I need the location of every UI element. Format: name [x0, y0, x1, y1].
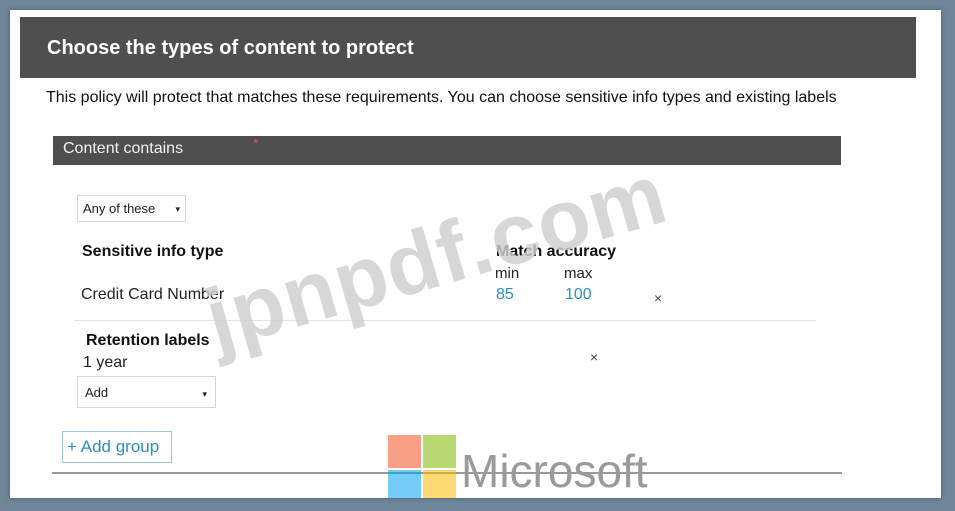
- add-group-label: Add group: [80, 437, 160, 456]
- remove-sensitive-info-icon[interactable]: ×: [654, 290, 662, 306]
- retention-label-name: 1 year: [83, 354, 128, 371]
- page-header: Choose the types of content to protect: [20, 17, 916, 78]
- content-contains-header: Content contains *: [53, 135, 841, 165]
- add-dropdown-label: Add: [85, 385, 109, 400]
- max-accuracy-value[interactable]: 100: [565, 286, 592, 304]
- retention-labels-header: Retention labels: [86, 332, 210, 349]
- logo-square-yellow: [423, 470, 456, 498]
- plus-icon: +: [67, 437, 77, 456]
- min-accuracy-value[interactable]: 85: [496, 286, 514, 304]
- sensitive-info-type-header: Sensitive info type: [82, 243, 224, 260]
- required-marker: *: [253, 135, 259, 151]
- add-group-button[interactable]: + Add group: [62, 431, 172, 463]
- page-title: Choose the types of content to protect: [47, 37, 414, 59]
- row-divider: [74, 320, 816, 321]
- chevron-down-icon: ▾: [175, 204, 180, 214]
- match-mode-dropdown[interactable]: Any of these ▾: [77, 195, 186, 222]
- microsoft-logo-icon: [388, 435, 456, 498]
- logo-square-green: [423, 435, 456, 468]
- logo-square-red: [388, 435, 421, 468]
- match-mode-value: Any of these: [83, 201, 156, 216]
- section-label: Content contains: [63, 140, 184, 157]
- policy-panel: Choose the types of content to protect T…: [10, 10, 941, 498]
- max-label: max: [564, 265, 593, 282]
- logo-square-blue: [388, 470, 421, 498]
- policy-description: This policy will protect that matches th…: [46, 89, 837, 106]
- chevron-down-icon: ▾: [202, 389, 207, 399]
- microsoft-wordmark: Microsoft: [461, 445, 648, 497]
- match-accuracy-header: Match accuracy: [496, 243, 617, 260]
- min-label: min: [495, 265, 520, 282]
- sensitive-info-name: Credit Card Number: [81, 286, 225, 303]
- remove-retention-label-icon[interactable]: ×: [590, 349, 598, 365]
- add-retention-label-dropdown[interactable]: Add ▾: [77, 376, 216, 408]
